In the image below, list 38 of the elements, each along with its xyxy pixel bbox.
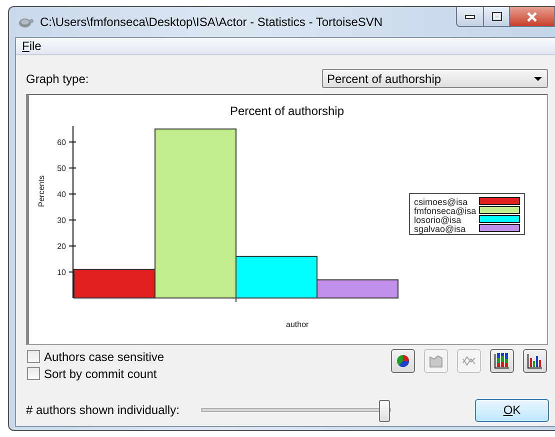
pie-chart-button[interactable] [391, 349, 415, 373]
axis-title: author [286, 320, 309, 329]
tick-label: 10 [57, 268, 66, 277]
pie-chart-icon [395, 353, 411, 369]
tick-label: 20 [57, 242, 66, 251]
window-title: C:\Users\fmfonseca\Desktop\ISA\Actor - Statistics - TortoiseSVN [40, 15, 384, 29]
checkbox-label: Authors case sensitive [44, 350, 164, 364]
slider-thumb[interactable] [379, 400, 390, 422]
legend-label: sgalvao@isa [414, 224, 466, 234]
bar-chart-button[interactable] [523, 349, 547, 373]
graph-type-dropdown[interactable]: Percent of authorship [322, 69, 548, 88]
tick-label: 60 [57, 138, 66, 147]
chart-title: Percent of authorship [230, 104, 344, 118]
slider-label: # authors shown individually: [26, 403, 180, 417]
close-button[interactable] [510, 7, 555, 27]
tick-label: 40 [57, 190, 66, 199]
stacked-bar-chart-button[interactable] [490, 349, 514, 373]
menu-item[interactable]: File [22, 39, 42, 53]
dropdown-arrow-icon [534, 76, 542, 80]
legend-label: fmfonseca@isa [414, 206, 476, 216]
legend-label: csimoes@isa [414, 197, 468, 207]
stacked-bar-chart-icon [494, 353, 510, 369]
close-icon [526, 12, 538, 22]
checkbox[interactable] [27, 350, 40, 363]
tick-label: 50 [57, 164, 66, 173]
tick-label: 30 [57, 216, 66, 225]
axis-title: Percents [37, 175, 46, 207]
checkbox[interactable] [27, 367, 40, 380]
maximize-button[interactable] [484, 7, 510, 27]
maximize-icon [492, 12, 502, 21]
bar-chart-icon [527, 353, 543, 369]
legend-label: losorio@isa [414, 215, 462, 225]
ok-button[interactable]: OK [475, 398, 549, 422]
graph-type-label: Graph type: [26, 72, 89, 86]
minimize-icon [465, 14, 475, 18]
minimize-button[interactable] [456, 7, 484, 27]
checkbox-label: Sort by commit count [44, 366, 157, 380]
area-chart-icon [428, 353, 444, 369]
